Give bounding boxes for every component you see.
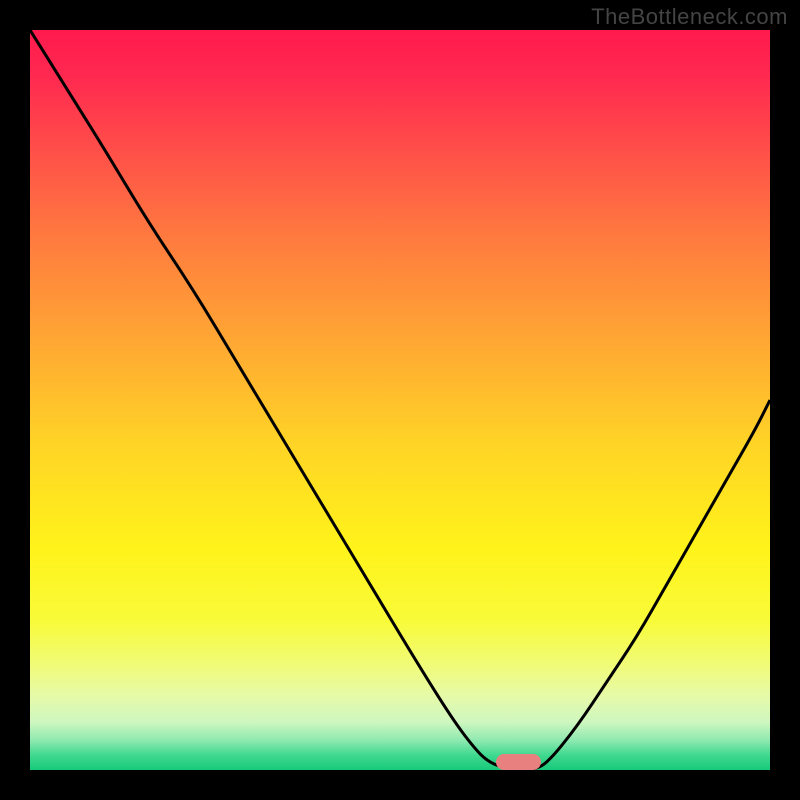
- watermark-text: TheBottleneck.com: [591, 4, 788, 30]
- optimal-marker: [496, 754, 540, 770]
- bottleneck-curve: [30, 30, 770, 770]
- plot-area: [30, 30, 770, 770]
- chart-frame: TheBottleneck.com: [0, 0, 800, 800]
- curve-layer: [30, 30, 770, 770]
